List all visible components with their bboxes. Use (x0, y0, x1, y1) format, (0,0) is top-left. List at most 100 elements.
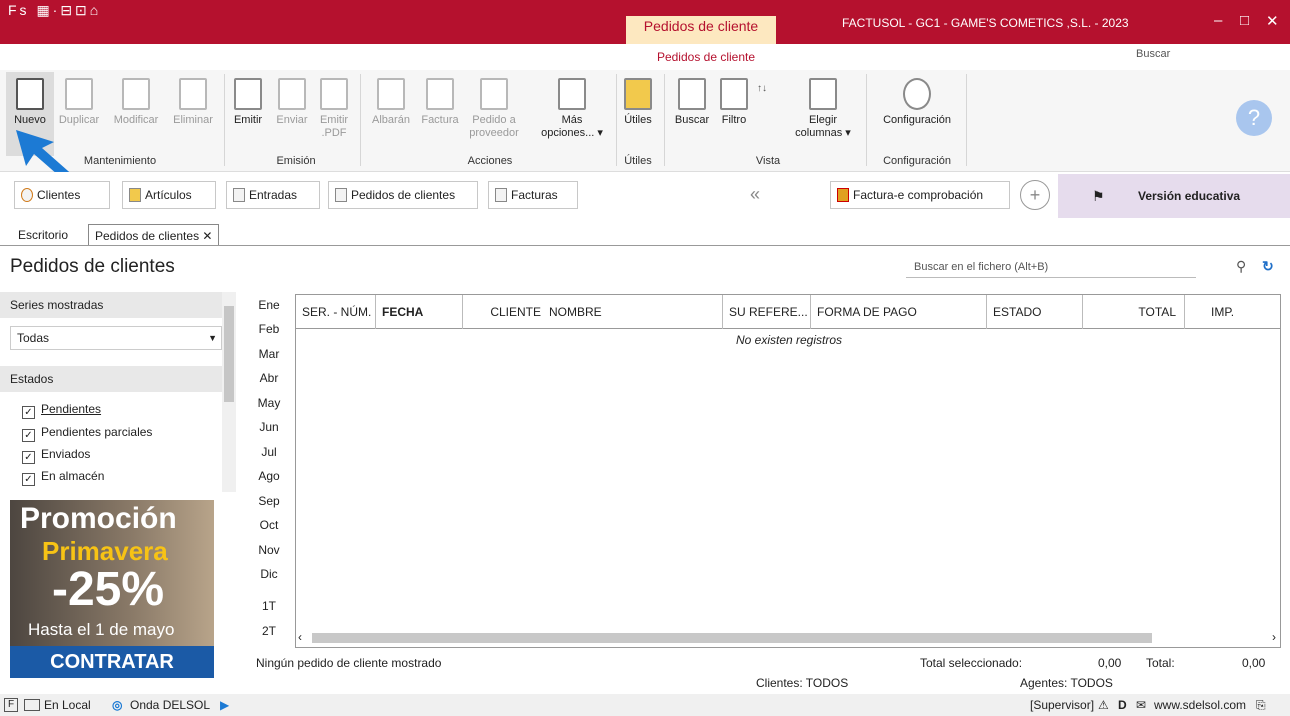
col-cliente[interactable]: CLIENTE (463, 295, 543, 329)
left-panel-scrollbar[interactable] (222, 292, 236, 492)
orders-grid[interactable]: SER. - NÚM. FECHA CLIENTE NOMBRE SU REFE… (295, 294, 1281, 648)
series-select[interactable]: Todas ▼ (10, 326, 222, 350)
checkbox-icon: ✓ (22, 451, 35, 464)
month-item[interactable]: Jun (252, 420, 286, 434)
website-link[interactable]: www.sdelsol.com (1154, 694, 1246, 716)
col-ser-num[interactable]: SER. - NÚM. (296, 295, 376, 329)
promo-discount: -25% (52, 563, 165, 616)
mas-opciones-button[interactable]: Más opciones... ▾ (530, 78, 614, 140)
menu-impresion[interactable]: Impresión (469, 47, 522, 61)
checkbox-icon: ✓ (22, 429, 35, 442)
scroll-right-icon[interactable]: › (1272, 630, 1276, 644)
sync-icon[interactable]: ⎘ (1256, 694, 1266, 716)
menu-administracion[interactable]: Administración (269, 47, 348, 61)
month-item[interactable]: Ago (252, 469, 286, 483)
month-item[interactable]: Ene (252, 298, 286, 312)
delsol-icon[interactable]: D (1118, 694, 1127, 716)
estado-pendientes-parciales[interactable]: ✓ Pendientes parciales (22, 424, 152, 442)
maximize-button[interactable]: □ (1240, 12, 1249, 29)
tab-pedidos-de-clientes[interactable]: Pedidos de clientes ✕ (88, 224, 220, 246)
warning-icon[interactable]: ⚠ (1098, 694, 1109, 716)
empty-message: No existen registros (735, 333, 843, 347)
col-total[interactable]: TOTAL (1083, 295, 1185, 329)
add-shortcut-button[interactable]: + (1020, 180, 1050, 210)
onda-delsol-link[interactable]: Onda DELSOL (130, 694, 210, 716)
minimize-button[interactable]: – (1214, 12, 1222, 29)
col-estado[interactable]: ESTADO (987, 295, 1083, 329)
eliminar-button[interactable]: Eliminar (168, 78, 218, 127)
month-item[interactable]: Jul (252, 445, 286, 459)
menu-almacen[interactable]: Almacén (177, 47, 224, 61)
estado-pendientes[interactable]: ✓ Pendientes (22, 401, 101, 419)
group-configuracion: Configuración (883, 155, 951, 167)
col-nombre[interactable]: NOMBRE (543, 295, 723, 329)
grid-horizontal-scrollbar[interactable]: ‹ › (296, 629, 1280, 647)
month-item[interactable]: Abr (252, 371, 286, 385)
filtro-button[interactable]: Filtro (716, 78, 752, 127)
tab-escritorio[interactable]: Escritorio (12, 224, 74, 246)
modificar-button[interactable]: Modificar (106, 78, 166, 127)
quarter-item[interactable]: 2T (252, 624, 286, 638)
quarter-item[interactable]: 1T (252, 599, 286, 613)
pedido-proveedor-button[interactable]: Pedido a proveedor (464, 78, 524, 140)
menu-empresa[interactable]: Empresa (387, 47, 435, 61)
menu-utilidades[interactable]: Utilidades (559, 47, 612, 61)
pedidos-clientes-button[interactable]: Pedidos de clientes (328, 181, 478, 209)
enviar-button[interactable]: Enviar (270, 78, 314, 127)
month-item[interactable]: Mar (252, 347, 286, 361)
records-shown: Ningún pedido de cliente mostrado (256, 656, 442, 670)
menu-comercial[interactable]: Comercial (93, 47, 147, 61)
separator (616, 74, 617, 166)
file-search-input[interactable]: Buscar en el fichero (Alt+B) (906, 256, 1196, 278)
promo-until: Hasta el 1 de mayo (28, 620, 175, 639)
nuevo-button[interactable]: Nuevo (10, 78, 50, 127)
help-icon[interactable]: ? (1236, 100, 1272, 136)
refresh-icon[interactable]: ↻ (1262, 258, 1274, 275)
estado-en-almacen[interactable]: ✓ En almacén (22, 468, 104, 486)
search-icon[interactable]: ⚲ (1236, 258, 1246, 275)
albaran-button[interactable]: Albarán (366, 78, 416, 127)
collapse-icon[interactable]: « (750, 184, 760, 205)
col-su-referencia[interactable]: SU REFERE... (723, 295, 811, 329)
month-item[interactable]: May (252, 396, 286, 410)
col-imp[interactable]: IMP. (1185, 295, 1280, 329)
articulos-button[interactable]: Artículos (122, 181, 216, 209)
month-item[interactable]: Nov (252, 543, 286, 557)
menu-archivo[interactable]: Archivo (8, 47, 48, 61)
facturae-button[interactable]: Factura-e comprobación (830, 181, 1010, 209)
albaran-icon (377, 78, 405, 110)
utiles-button[interactable]: Útiles (618, 78, 658, 127)
factura-button[interactable]: Factura (416, 78, 464, 127)
duplicar-button[interactable]: Duplicar (54, 78, 104, 127)
more-options-icon (558, 78, 586, 110)
emitir-pdf-button[interactable]: Emitir .PDF (314, 78, 354, 140)
elegir-columnas-button[interactable]: Elegir columnas ▾ (788, 78, 858, 140)
play-icon[interactable]: ▶ (220, 694, 229, 716)
search-input[interactable]: Buscar (1124, 44, 1290, 64)
mail-icon[interactable]: ✉ (1136, 694, 1146, 716)
col-forma-de-pago[interactable]: FORMA DE PAGO (811, 295, 987, 329)
clientes-button[interactable]: Clientes (14, 181, 110, 209)
contratar-button[interactable]: CONTRATAR (10, 646, 214, 678)
f-key-icon[interactable]: F (4, 698, 18, 712)
entradas-button[interactable]: Entradas (226, 181, 320, 209)
buscar-button[interactable]: Buscar (672, 78, 712, 127)
estado-enviados[interactable]: ✓ Enviados (22, 446, 90, 464)
month-item[interactable]: Feb (252, 322, 286, 336)
scroll-thumb[interactable] (312, 633, 1152, 643)
month-item[interactable]: Sep (252, 494, 286, 508)
month-item[interactable]: Oct (252, 518, 286, 532)
col-fecha[interactable]: FECHA (376, 295, 463, 329)
close-button[interactable]: ✕ (1266, 12, 1279, 30)
scroll-left-icon[interactable]: ‹ (298, 630, 302, 644)
facturas-button[interactable]: Facturas (488, 181, 578, 209)
quick-access-toolbar[interactable]: Fs ▦·⊟⊡⌂ (8, 2, 101, 19)
configuracion-button[interactable]: Configuración (870, 78, 964, 127)
context-title-tab: Pedidos de cliente (626, 16, 776, 44)
menu-pedidos-de-cliente[interactable]: Pedidos de cliente (636, 44, 776, 70)
sort-icon[interactable]: ↑↓ (752, 82, 772, 95)
emitir-button[interactable]: Emitir (228, 78, 268, 127)
month-item[interactable]: Dic (252, 567, 286, 581)
order-icon (480, 78, 508, 110)
total-label: Total: (1146, 656, 1175, 670)
